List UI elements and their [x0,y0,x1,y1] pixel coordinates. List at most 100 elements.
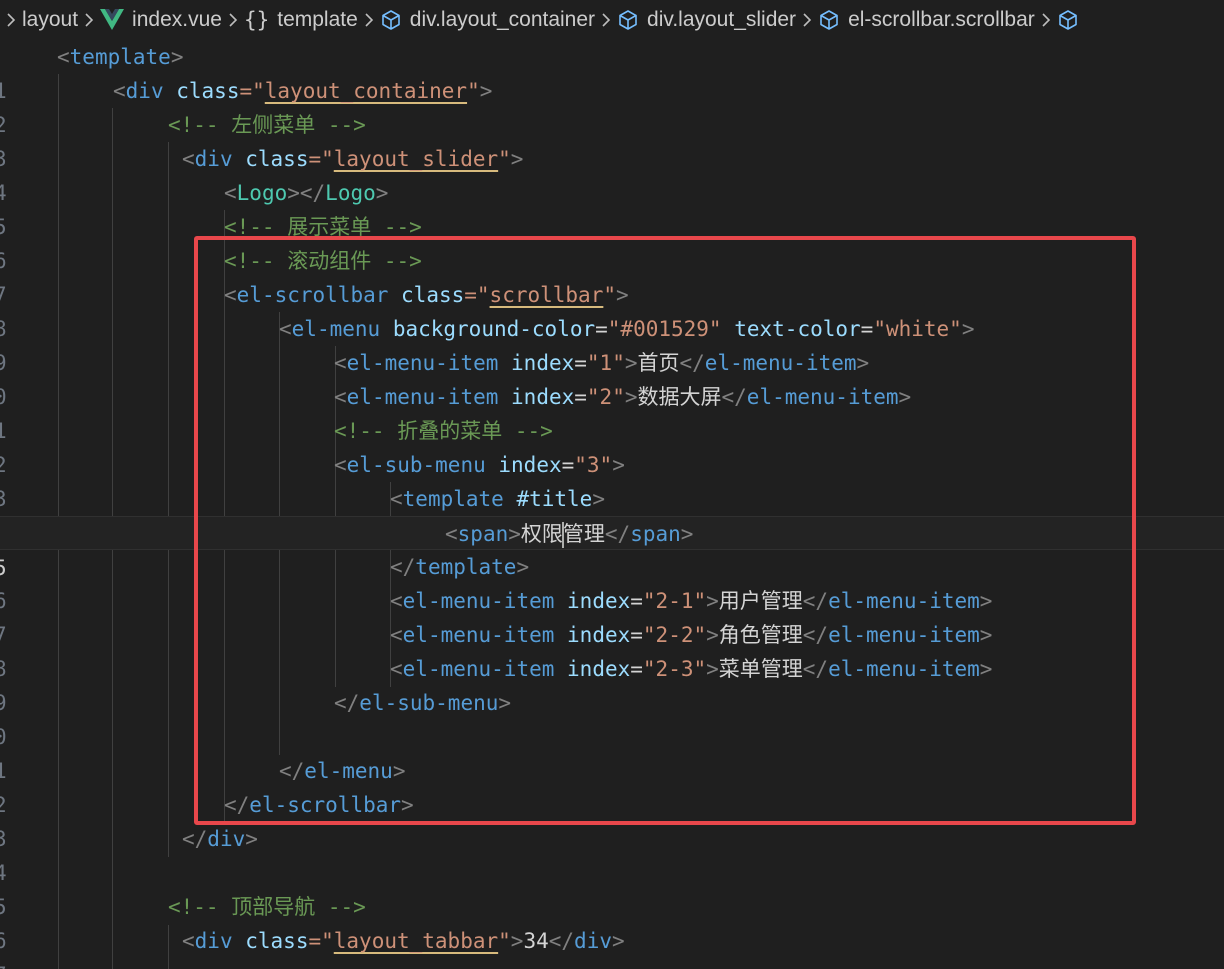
code-line-15-current[interactable]: 5 <span>权限管理</span> [0,516,1224,580]
token-string: "2-3" [642,657,707,681]
chevron-right-icon [1035,0,1057,40]
code-line-23[interactable]: 3 </el-scrollbar> [0,788,1224,851]
token-attr: #title [516,487,593,511]
token-text: 权限 [520,522,563,546]
breadcrumb-layout-slider-label: div.layout_slider [647,8,797,31]
token-punct: < [390,589,403,613]
token-tag: el-sub-menu [346,453,486,477]
token-string: =" [239,79,265,103]
token-text: 34 [523,929,549,953]
token-string: "3" [574,453,613,477]
breadcrumb-item-layout-container[interactable]: div.layout_container [380,0,595,40]
code-line-4[interactable]: 4 <div class="layout_slider"> [0,142,1224,205]
breadcrumb-item-file[interactable]: index.vue [100,0,222,40]
code-line-13[interactable]: 3 <el-sub-menu index="3"> [0,448,1224,511]
token-string: "2" [586,385,625,409]
code-text: </el-menu> [279,754,405,788]
token-comment: <!-- 折叠的菜单 --> [334,419,553,443]
code-line-7[interactable]: 7 <!-- 滚动组件 --> [0,244,1224,307]
token-punct: > [979,623,993,647]
token-comment: <!-- 滚动组件 --> [224,249,422,273]
token-punct: > [979,657,993,681]
code-line-5[interactable]: 5 <Logo></Logo> [0,176,1224,239]
token-punct: </ [390,555,416,579]
breadcrumb-item-template[interactable]: {} template [244,0,358,40]
token-string: "2-2" [642,623,707,647]
token-equals: = [574,351,587,375]
code-text: <div class="layout_slider"> [182,142,523,176]
token-tag: el-menu-item [746,385,899,409]
token-attr: index [567,657,631,681]
code-line-12[interactable]: 2 <!-- 折叠的菜单 --> [0,414,1224,477]
code-line-14[interactable]: 4 <template #title> [0,482,1224,545]
breadcrumb-item-layout-slider[interactable]: div.layout_slider [617,0,796,40]
token-tag: el-menu-item [828,589,980,613]
token-equals: = [860,317,874,341]
code-line-16[interactable]: 6 </template> [0,550,1224,613]
token-attr: text-color [734,317,861,341]
code-line-21[interactable]: 1 [0,720,1224,783]
token-punct: > [616,283,629,307]
breadcrumb-item-layout[interactable]: layout [22,0,78,40]
cube-icon [617,9,639,31]
token-punct: < [279,317,292,341]
code-line-8[interactable]: 8 <el-scrollbar class="scrollbar"> [0,278,1224,341]
token-tag: el-scrollbar [249,793,402,817]
code-line-17[interactable]: 7 <el-menu-item index="2-1">用户管理</el-men… [0,584,1224,647]
code-line-20[interactable]: 0 </el-sub-menu> [0,686,1224,749]
token-punct: < [390,657,403,681]
token-attr: index [498,453,562,477]
token-punct: < [113,79,126,103]
chevron-right-icon [0,0,22,40]
token-tag: template [69,45,171,69]
code-line-24[interactable]: 4 </div> [0,822,1224,885]
token-punct: < [334,385,347,409]
token-tag: el-menu [304,759,393,783]
code-line-27[interactable]: 7 <div class="layout_tabbar">34</div> [0,924,1224,969]
code-line-19[interactable]: 9 <el-menu-item index="2-3">菜单管理</el-men… [0,652,1224,715]
line-number: 7 [0,958,14,969]
token-punct: </ [604,522,631,546]
code-line-22[interactable]: 2 </el-menu> [0,754,1224,817]
code-line-3[interactable]: 3 <!-- 左侧菜单 --> [0,108,1224,171]
code-line-10[interactable]: 0 <el-menu-item index="1">首页</el-menu-it… [0,346,1224,409]
code-area[interactable]: 1 < template > 2 <div class="layout_contai… [0,40,1224,969]
token-punct: > [706,657,719,681]
token-punct: > [611,929,625,953]
code-editor[interactable]: layout index.vue {} template div.layout_… [0,0,1224,969]
code-text: <el-menu background-color="#001529" text… [279,312,975,346]
token-tag: el-menu-item [704,351,857,375]
code-line-18[interactable]: 8 <el-menu-item index="2-2">角色管理</el-men… [0,618,1224,681]
code-line-26[interactable]: 6 <!-- 顶部导航 --> [0,890,1224,953]
token-punct: </ [802,623,829,647]
code-line-2[interactable]: 2 <div class="layout_container"> [0,74,1224,137]
token-tag: template [402,487,504,511]
token-punct: > [680,522,694,546]
token-punct: > [510,147,524,171]
token-tag: el-menu [291,317,381,341]
token-class-name: layout_container [264,79,468,103]
breadcrumb-item-scrollbar[interactable]: el-scrollbar.scrollbar [818,0,1035,40]
cube-icon [1057,9,1079,31]
token-punct: > [624,351,638,375]
code-line-9[interactable]: 9 <el-menu background-color="#001529" te… [0,312,1224,375]
code-line-11[interactable]: 1 <el-menu-item index="2">数据大屏</el-menu-… [0,380,1224,443]
token-component: Logo [236,181,288,205]
code-text: <el-scrollbar class="scrollbar"> [224,278,629,312]
code-line-1[interactable]: 1 <template> [0,40,1224,103]
code-line-6[interactable]: 6 <!-- 展示菜单 --> [0,210,1224,273]
token-class-name: layout_slider [333,147,499,171]
token-string: =" [464,283,490,307]
token-attr: index [511,385,575,409]
token-punct: > [898,385,912,409]
token-punct: ></ [287,181,326,205]
token-tag: el-menu-item [402,589,555,613]
code-line-25[interactable]: 5 [0,856,1224,919]
token-punct: > [516,555,530,579]
token-equals: = [630,589,643,613]
